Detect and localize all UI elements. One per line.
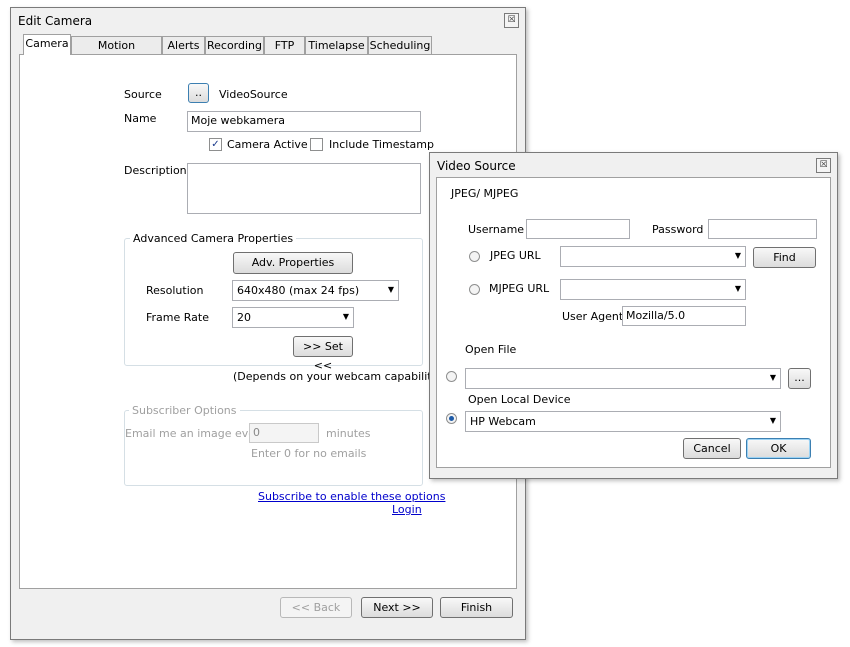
depends-note: (Depends on your webcam capabilities) bbox=[233, 370, 452, 383]
video-source-titlebar[interactable]: Video Source ☒ bbox=[430, 153, 837, 179]
email-interval-input[interactable]: 0 bbox=[249, 423, 319, 443]
tab-camera[interactable]: Camera bbox=[23, 34, 71, 55]
jpeg-url-combo[interactable]: ▼ bbox=[560, 246, 746, 267]
advanced-properties-group-label: Advanced Camera Properties bbox=[130, 232, 297, 245]
jpeg-mjpeg-heading: JPEG/ MJPEG bbox=[451, 187, 519, 200]
tab-strip: Camera Motion Detection Alerts Recording… bbox=[23, 34, 513, 69]
adv-properties-button[interactable]: Adv. Properties bbox=[233, 252, 353, 274]
finish-button[interactable]: Finish bbox=[440, 597, 513, 618]
username-input[interactable] bbox=[526, 219, 630, 239]
email-hint: Enter 0 for no emails bbox=[251, 447, 367, 460]
tab-recording[interactable]: Recording bbox=[205, 36, 264, 54]
frame-rate-select[interactable]: 20 ▼ bbox=[232, 307, 354, 328]
name-input[interactable]: Moje webkamera bbox=[187, 111, 421, 132]
source-label: Source bbox=[124, 88, 162, 101]
user-agent-input[interactable]: Mozilla/5.0 bbox=[622, 306, 746, 326]
source-value: VideoSource bbox=[219, 88, 288, 101]
subscriber-options-group-label: Subscriber Options bbox=[129, 404, 240, 417]
email-interval-label: Email me an image every bbox=[125, 427, 267, 440]
jpeg-url-radio[interactable] bbox=[469, 251, 480, 262]
frame-rate-label: Frame Rate bbox=[146, 311, 209, 324]
open-file-combo[interactable]: ▼ bbox=[465, 368, 781, 389]
open-file-radio[interactable] bbox=[446, 371, 457, 382]
minutes-label: minutes bbox=[326, 427, 371, 440]
tab-scheduling[interactable]: Scheduling bbox=[368, 36, 432, 54]
open-file-label: Open File bbox=[465, 343, 517, 356]
frame-rate-value: 20 bbox=[237, 311, 251, 324]
resolution-select[interactable]: 640x480 (max 24 fps) ▼ bbox=[232, 280, 399, 301]
mjpeg-url-combo[interactable]: ▼ bbox=[560, 279, 746, 300]
ok-button[interactable]: OK bbox=[746, 438, 811, 459]
browse-file-button[interactable]: ... bbox=[788, 368, 811, 389]
local-device-radio[interactable] bbox=[446, 413, 457, 424]
tab-ftp[interactable]: FTP bbox=[264, 36, 305, 54]
mjpeg-url-radio[interactable] bbox=[469, 284, 480, 295]
chevron-down-icon: ▼ bbox=[769, 373, 776, 382]
source-browse-button[interactable]: .. bbox=[188, 83, 209, 103]
set-button[interactable]: >> Set << bbox=[293, 336, 353, 372]
local-device-value: HP Webcam bbox=[470, 415, 536, 428]
chevron-down-icon: ▼ bbox=[342, 312, 349, 321]
close-icon[interactable]: ☒ bbox=[816, 158, 831, 173]
resolution-label: Resolution bbox=[146, 284, 204, 297]
edit-camera-titlebar[interactable]: Edit Camera ☒ bbox=[11, 8, 525, 34]
password-input[interactable] bbox=[708, 219, 817, 239]
username-label: Username bbox=[468, 223, 525, 236]
video-source-panel: JPEG/ MJPEG Username Password JPEG URL ▼… bbox=[436, 177, 831, 468]
chevron-down-icon: ▼ bbox=[387, 285, 394, 294]
local-device-select[interactable]: HP Webcam ▼ bbox=[465, 411, 781, 432]
chevron-down-icon: ▼ bbox=[734, 284, 741, 293]
tab-timelapse[interactable]: Timelapse bbox=[305, 36, 368, 54]
edit-camera-title: Edit Camera bbox=[18, 14, 93, 28]
mjpeg-url-label: MJPEG URL bbox=[489, 282, 550, 295]
subscribe-link[interactable]: Subscribe to enable these options bbox=[258, 490, 445, 503]
resolution-value: 640x480 (max 24 fps) bbox=[237, 284, 360, 297]
find-button[interactable]: Find bbox=[753, 247, 816, 268]
cancel-button[interactable]: Cancel bbox=[683, 438, 741, 459]
chevron-down-icon: ▼ bbox=[734, 251, 741, 260]
camera-active-label: Camera Active bbox=[227, 138, 308, 151]
next-button[interactable]: Next >> bbox=[361, 597, 433, 618]
close-icon[interactable]: ☒ bbox=[504, 13, 519, 28]
local-device-label: Open Local Device bbox=[468, 393, 571, 406]
user-agent-label: User Agent bbox=[562, 310, 624, 323]
chevron-down-icon: ▼ bbox=[769, 416, 776, 425]
jpeg-url-label: JPEG URL bbox=[490, 249, 541, 262]
password-label: Password bbox=[652, 223, 704, 236]
video-source-window: Video Source ☒ JPEG/ MJPEG Username Pass… bbox=[429, 152, 838, 479]
tab-motion-detection[interactable]: Motion Detection bbox=[71, 36, 162, 69]
login-link[interactable]: Login bbox=[392, 503, 422, 516]
include-timestamp-label: Include Timestamp bbox=[329, 138, 434, 151]
include-timestamp-checkbox[interactable] bbox=[310, 138, 323, 151]
camera-active-checkbox[interactable]: ✓ bbox=[209, 138, 222, 151]
video-source-title: Video Source bbox=[437, 159, 516, 173]
name-label: Name bbox=[124, 112, 157, 125]
tab-alerts[interactable]: Alerts bbox=[162, 36, 205, 54]
back-button[interactable]: << Back bbox=[280, 597, 352, 618]
description-label: Description bbox=[124, 164, 187, 177]
description-textarea[interactable] bbox=[187, 163, 421, 214]
